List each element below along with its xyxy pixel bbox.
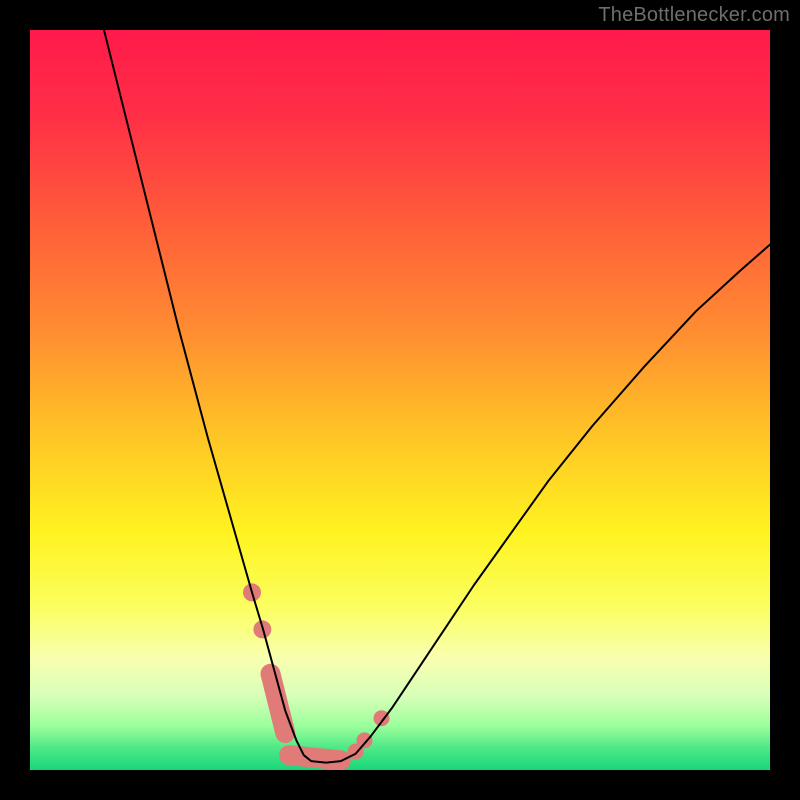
- outer-frame: TheBottlenecker.com: [0, 0, 800, 800]
- plot-area: [30, 30, 770, 770]
- marker-pill: [289, 755, 341, 760]
- chart-svg: [30, 30, 770, 770]
- marker-dot: [374, 710, 390, 726]
- gradient-background: [30, 30, 770, 770]
- marker-dot: [356, 732, 372, 748]
- watermark-label: TheBottlenecker.com: [598, 4, 790, 27]
